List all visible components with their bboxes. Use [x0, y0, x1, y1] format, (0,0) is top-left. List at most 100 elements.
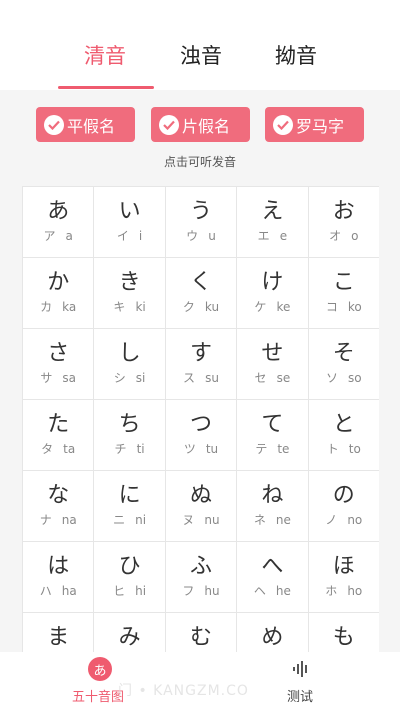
kana-cell[interactable]: こコ ko	[308, 258, 379, 329]
katakana-char: ソ	[325, 371, 338, 385]
kana-cell[interactable]: ま	[23, 613, 95, 656]
check-circle-icon	[44, 114, 64, 135]
kana-cell[interactable]: へヘ he	[237, 542, 309, 613]
tab-youon[interactable]: 拗音	[275, 42, 317, 70]
kana-cell[interactable]: きキ ki	[94, 258, 166, 329]
katakana-char: カ	[40, 300, 53, 314]
katakana-char: ヌ	[182, 513, 195, 527]
kana-cell[interactable]: のノ no	[308, 471, 379, 542]
katakana-char: フ	[182, 584, 195, 598]
kana-cell[interactable]: けケ ke	[237, 258, 309, 329]
kana-cell[interactable]: てテ te	[237, 400, 309, 471]
romaji-text: ta	[63, 442, 76, 456]
kana-cell[interactable]: しシ si	[94, 329, 166, 400]
hiragana-char: へ	[261, 554, 284, 579]
sound-wave-icon[interactable]	[291, 660, 311, 678]
katakana-char: タ	[41, 442, 54, 456]
active-tab-indicator	[58, 86, 154, 89]
watermark: 门 • KANGZM.CO	[118, 683, 249, 699]
hiragana-char: の	[332, 483, 355, 508]
kana-cell[interactable]: うウu	[165, 187, 238, 258]
romaji-text: ka	[62, 300, 77, 314]
hiragana-char: と	[332, 412, 355, 437]
hiragana-char: え	[261, 199, 284, 224]
hiragana-char: は	[47, 554, 70, 579]
kana-cell[interactable]: にニ ni	[94, 471, 166, 542]
hiragana-char: ね	[261, 483, 284, 508]
kana-cell[interactable]: おオo	[308, 187, 379, 258]
kana-cell[interactable]: かカ ka	[23, 258, 95, 329]
romaji-text: ha	[61, 584, 77, 598]
katakana-char: ノ	[325, 513, 338, 527]
toggle-katakana[interactable]: 片假名	[151, 107, 250, 142]
katakana-char: セ	[254, 371, 267, 385]
kana-cell[interactable]: なナ na	[23, 471, 95, 542]
kana-cell[interactable]: ねネ ne	[237, 471, 309, 542]
kana-cell[interactable]: はハ ha	[23, 542, 95, 613]
hiragana-char: に	[118, 483, 141, 508]
romaji-text: ne	[275, 513, 291, 527]
katakana-char: ネ	[253, 513, 266, 527]
kana-cell[interactable]: いイi	[94, 187, 166, 258]
hiragana-char: ぬ	[189, 483, 212, 508]
romaji-text: so	[348, 371, 362, 385]
toggle-romaji[interactable]: 罗马字	[265, 107, 364, 142]
kana-cell[interactable]: ちチ ti	[94, 400, 166, 471]
tab-dakuon[interactable]: 浊音	[180, 42, 222, 70]
hiragana-char: ほ	[332, 554, 355, 579]
romaji-text: o	[351, 229, 359, 243]
kana-cell[interactable]: み	[94, 613, 166, 656]
kana-cell[interactable]: そソ so	[308, 329, 379, 400]
kana-cell[interactable]: すス su	[165, 329, 238, 400]
romaji-text: ke	[276, 300, 291, 314]
hiragana-char: し	[118, 341, 141, 366]
kana-cell[interactable]: せセ se	[237, 329, 309, 400]
kana-cell[interactable]: ほホ ho	[308, 542, 379, 613]
romaji-text: hi	[135, 584, 147, 598]
kana-cell[interactable]: ふフ hu	[165, 542, 238, 613]
hiragana-badge-icon[interactable]: あ	[88, 657, 112, 681]
toggle-hiragana[interactable]: 平假名	[36, 107, 135, 142]
romaji-text: a	[65, 229, 73, 243]
kana-cell[interactable]: たタ ta	[23, 400, 95, 471]
hiragana-char: ふ	[189, 554, 212, 579]
hiragana-char: こ	[332, 270, 355, 295]
hiragana-char: か	[47, 270, 70, 295]
katakana-char: シ	[113, 371, 126, 385]
nav-test-label[interactable]: 测试	[287, 686, 313, 705]
romaji-text: se	[276, 371, 291, 385]
kana-cell[interactable]: め	[237, 613, 309, 656]
hiragana-char: け	[261, 270, 284, 295]
katakana-char: イ	[116, 229, 129, 243]
nav-gojuon-label[interactable]: 五十音图	[72, 686, 124, 705]
kana-cell[interactable]: つツ tu	[165, 400, 238, 471]
katakana-char: ヒ	[113, 584, 126, 598]
kana-cell[interactable]: えエe	[237, 187, 309, 258]
romaji-text: ho	[347, 584, 363, 598]
kana-cell[interactable]: あアa	[23, 187, 95, 258]
kana-cell[interactable]: くク ku	[165, 258, 238, 329]
romaji-text: sa	[62, 371, 76, 385]
kana-cell[interactable]: とト to	[308, 400, 379, 471]
romaji-text: no	[347, 513, 363, 527]
hiragana-char: い	[118, 199, 141, 224]
katakana-char: ヘ	[253, 584, 266, 598]
kana-cell[interactable]: ぬヌ nu	[165, 471, 238, 542]
toggle-label: 罗马字	[296, 116, 345, 136]
kana-cell[interactable]: さサ sa	[23, 329, 95, 400]
romaji-text: ki	[135, 300, 146, 314]
toggle-label: 平假名	[67, 116, 116, 136]
hiragana-char: す	[189, 341, 212, 366]
kana-cell[interactable]: む	[166, 613, 238, 656]
check-circle-icon	[159, 114, 179, 135]
top-tab-bar: 清音 浊音 拗音	[0, 0, 400, 90]
check-circle-icon	[273, 114, 293, 135]
kana-cell[interactable]: ひヒ hi	[94, 542, 166, 613]
tab-seion[interactable]: 清音	[84, 42, 126, 70]
katakana-char: コ	[325, 300, 338, 314]
kana-cell[interactable]: も	[309, 613, 379, 656]
hiragana-char: も	[332, 625, 355, 650]
toggle-label: 片假名	[182, 116, 231, 136]
katakana-char: テ	[255, 442, 268, 456]
katakana-char: ク	[182, 300, 195, 314]
